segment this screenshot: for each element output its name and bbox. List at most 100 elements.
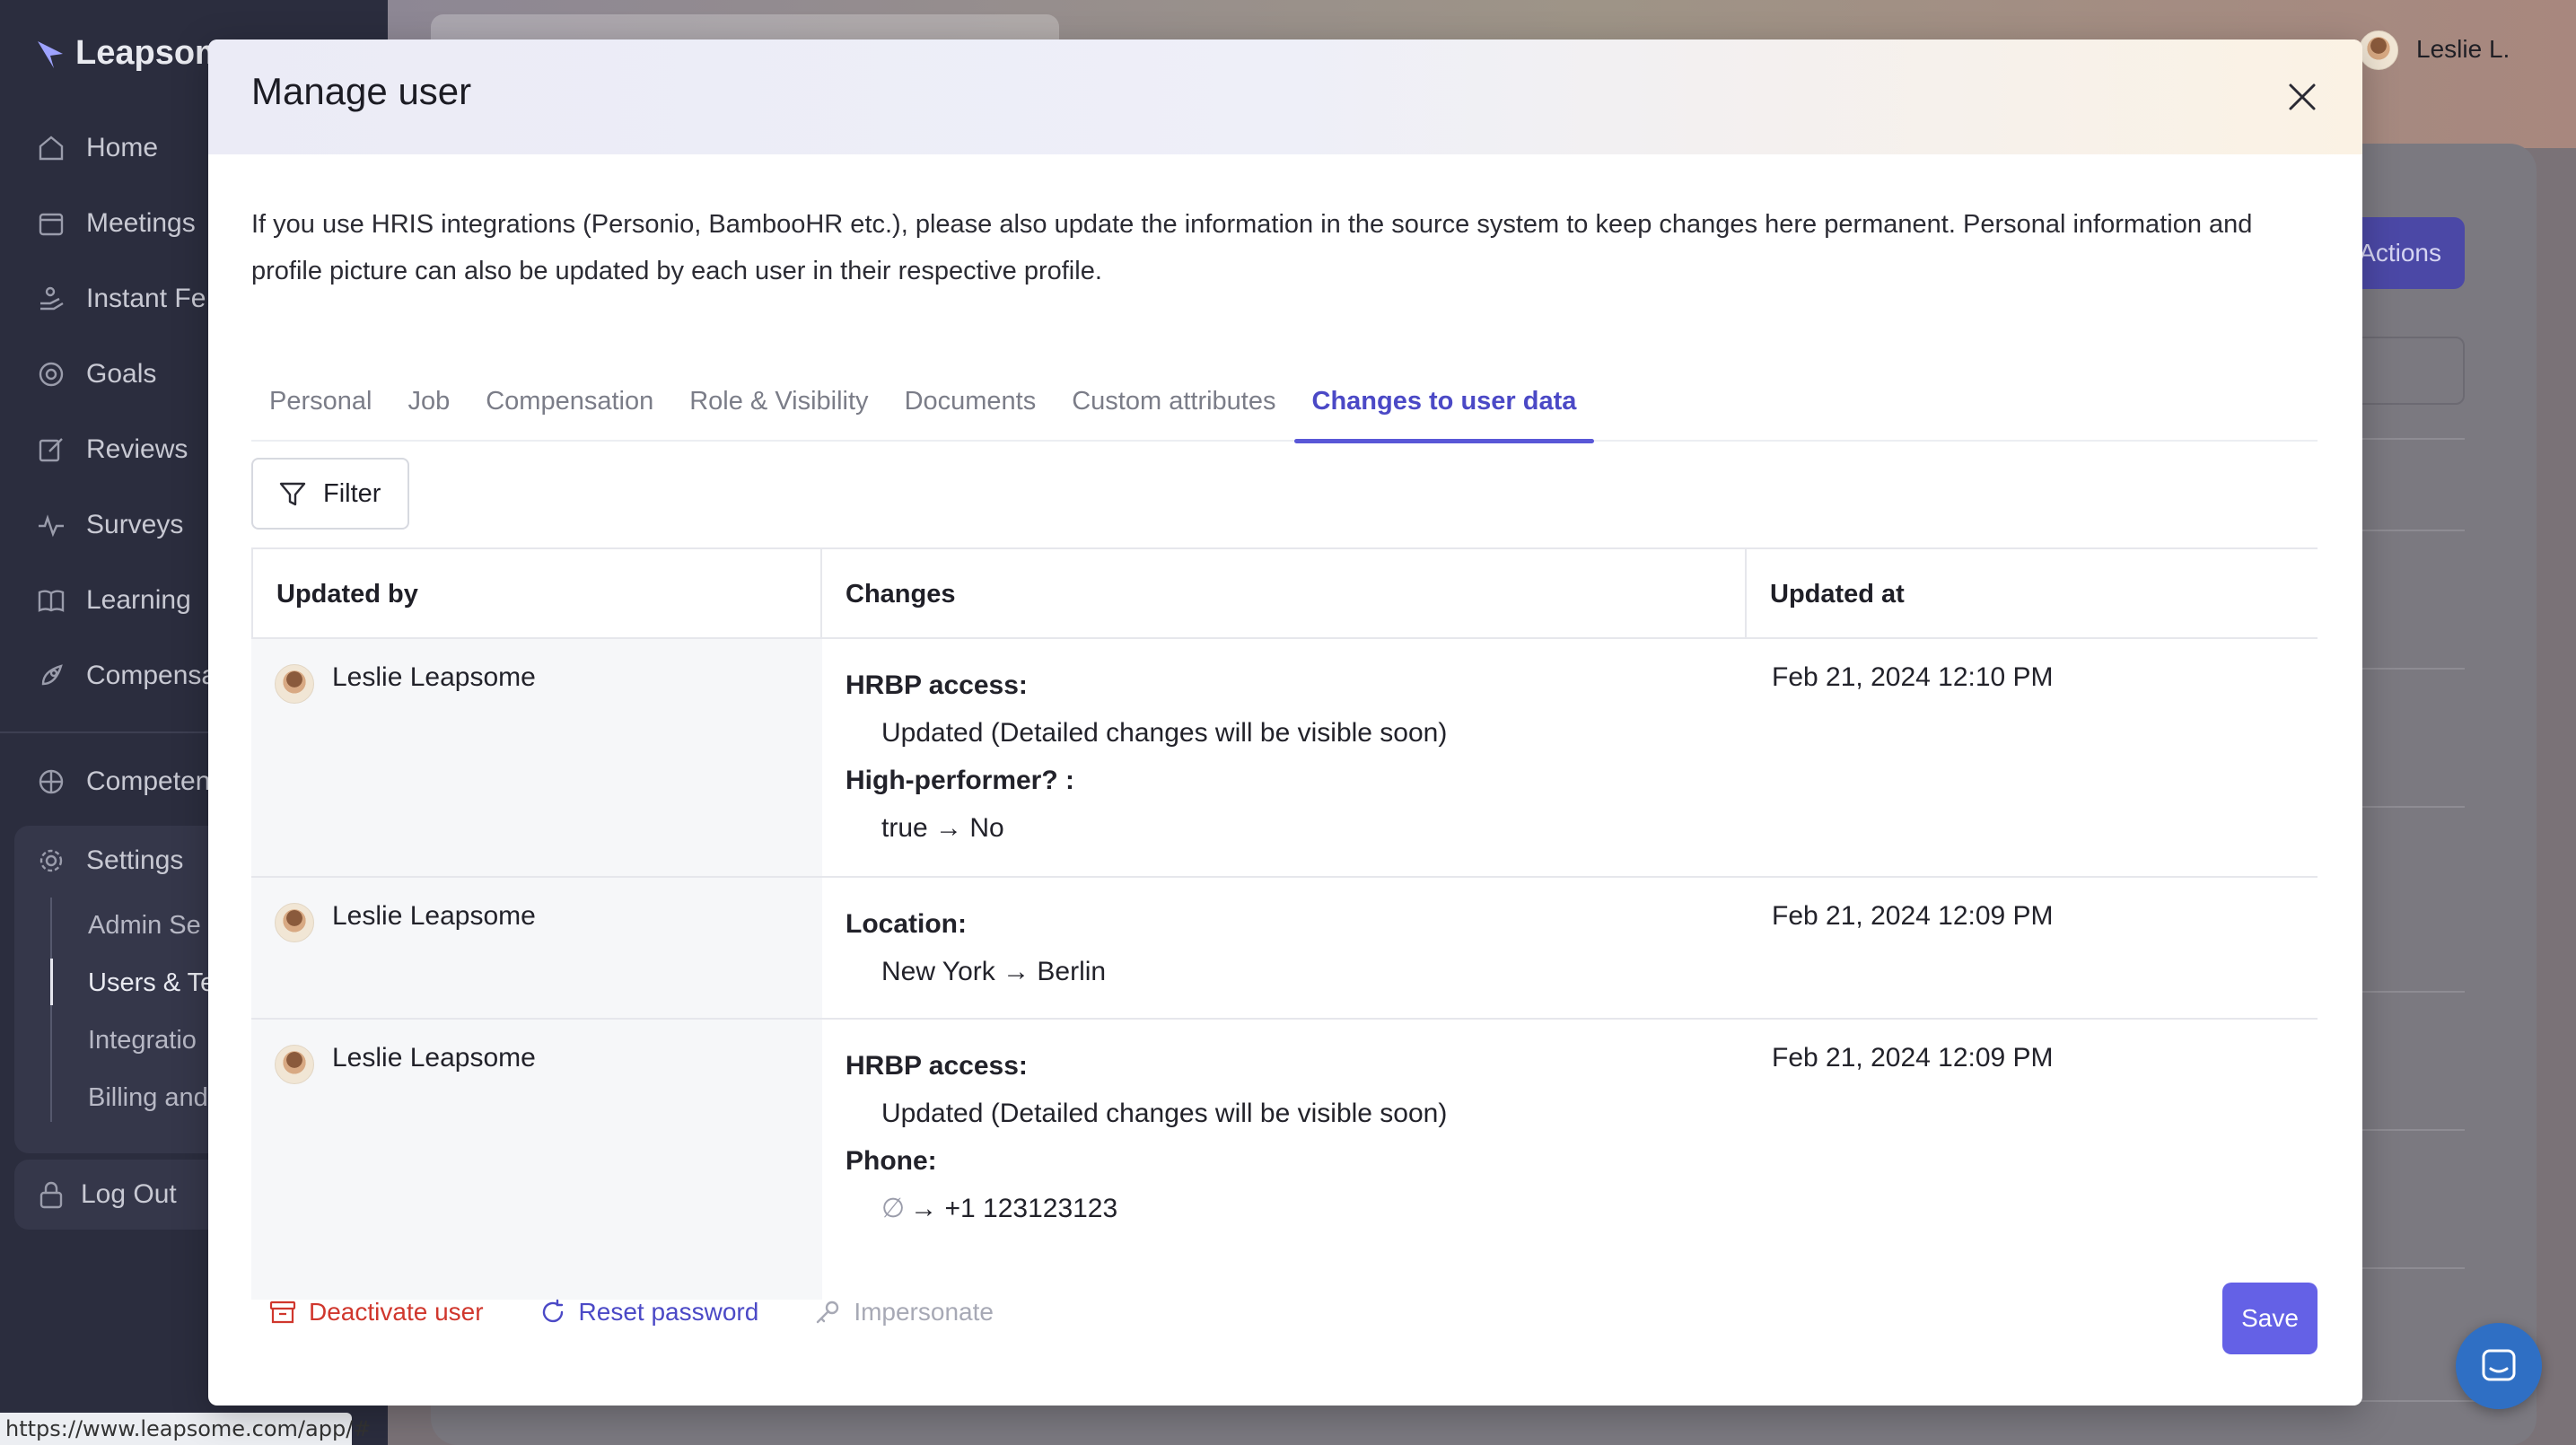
column-header-changes: Changes — [822, 549, 1747, 639]
deactivate-user-button[interactable]: Deactivate user — [269, 1298, 484, 1327]
sidebar-item-label: Competen — [86, 766, 211, 796]
book-icon — [38, 590, 65, 612]
tab-compensation[interactable]: Compensation — [468, 372, 671, 442]
filter-button[interactable]: Filter — [251, 458, 409, 530]
sidebar-item-instant-feedback[interactable]: Instant Fe — [36, 284, 206, 314]
sidebar-item-goals[interactable]: Goals — [36, 359, 156, 390]
tab-custom-attributes[interactable]: Custom attributes — [1054, 372, 1293, 442]
settings-subnav-line — [50, 898, 52, 1122]
updated-by-name: Leslie Leapsome — [332, 1043, 536, 1073]
updated-by-name: Leslie Leapsome — [332, 901, 536, 931]
dialog-footer-actions: Deactivate user Reset password Impersona… — [269, 1298, 994, 1327]
close-button[interactable] — [2277, 72, 2327, 122]
avatar — [275, 664, 314, 704]
user-name: Leslie L. — [2416, 35, 2510, 63]
tab-personal[interactable]: Personal — [251, 372, 390, 442]
sidebar-item-compensation[interactable]: Compensa — [36, 661, 216, 691]
bg-row-divider — [2352, 1267, 2465, 1269]
sidebar-item-label: Reviews — [86, 434, 188, 464]
impersonate-label: Impersonate — [854, 1298, 994, 1326]
avatar — [2359, 31, 2398, 70]
table-row: Leslie Leapsome Location: New York → Ber… — [251, 878, 2318, 1020]
deactivate-user-label: Deactivate user — [309, 1298, 484, 1326]
table-row: Leslie Leapsome HRBP access: Updated (De… — [251, 639, 2318, 878]
filter-label: Filter — [323, 478, 381, 508]
refresh-icon — [542, 1299, 563, 1323]
sidebar-item-reviews[interactable]: Reviews — [36, 434, 188, 465]
sidebar-item-meetings[interactable]: Meetings — [36, 208, 196, 239]
updated-at-cell: Feb 21, 2024 12:10 PM — [1772, 662, 2054, 692]
change-label: Location: — [846, 909, 967, 939]
change-value: Updated (Detailed changes will be visibl… — [881, 718, 1448, 748]
lock-icon — [39, 1181, 63, 1209]
bg-row-divider — [2352, 530, 2465, 531]
updated-at-cell: Feb 21, 2024 12:09 PM — [1772, 901, 2054, 931]
table-header: Updated by Changes Updated at — [251, 547, 2318, 639]
bg-row-divider — [2352, 668, 2465, 670]
changes-cell: HRBP access: Updated (Detailed changes w… — [846, 662, 1743, 853]
logout-label: Log Out — [81, 1179, 177, 1209]
hris-info-text: If you use HRIS integrations (Personio, … — [251, 210, 2253, 285]
bg-row-divider — [2352, 1129, 2465, 1131]
sidebar-item-home[interactable]: Home — [36, 133, 158, 163]
sidebar-subitem-integrations[interactable]: Integratio — [88, 1026, 197, 1055]
reset-password-label: Reset password — [578, 1298, 759, 1326]
sidebar-subitem-users-teams[interactable]: Users & Te — [88, 968, 215, 998]
sidebar-item-learning[interactable]: Learning — [36, 585, 191, 616]
save-button[interactable]: Save — [2222, 1283, 2318, 1354]
change-value: → +1 123123123 — [910, 1194, 1118, 1223]
bg-table-row — [503, 1400, 2504, 1445]
bg-row-divider — [2352, 806, 2465, 808]
changes-cell: HRBP access: Updated (Detailed changes w… — [846, 1043, 1743, 1233]
avatar — [275, 1045, 314, 1084]
calendar-icon — [39, 213, 64, 236]
change-value: true → No — [881, 813, 1004, 843]
pulse-icon — [39, 514, 64, 538]
sidebar-subitem-billing[interactable]: Billing and — [88, 1083, 208, 1113]
home-icon — [39, 136, 64, 161]
column-header-updated-by: Updated by — [251, 549, 822, 639]
tab-documents[interactable]: Documents — [887, 372, 1055, 442]
dialog-title: Manage user — [251, 70, 472, 112]
sidebar-item-surveys[interactable]: Surveys — [36, 510, 183, 540]
impersonate-button[interactable]: Impersonate — [814, 1298, 994, 1327]
close-icon — [2289, 83, 2316, 110]
filter-icon — [279, 482, 306, 506]
updated-by-cell: Leslie Leapsome — [251, 639, 822, 876]
avatar — [275, 903, 314, 942]
hand-icon — [40, 286, 64, 311]
updated-by-name: Leslie Leapsome — [332, 662, 536, 692]
key-icon — [817, 1300, 839, 1324]
sidebar-item-label: Surveys — [86, 510, 184, 539]
manage-user-dialog: Manage user If you use HRIS integrations… — [208, 39, 2362, 1406]
tab-bar: Personal Job Compensation Role & Visibil… — [251, 372, 2318, 443]
updated-by-cell: Leslie Leapsome — [251, 1020, 822, 1300]
leapsome-logo-icon — [38, 40, 63, 68]
chat-support-button[interactable] — [2456, 1323, 2542, 1409]
sidebar-subitem-admin-settings[interactable]: Admin Se — [88, 911, 201, 941]
settings-subnav-active-indicator — [50, 959, 53, 1005]
change-label: Phone: — [846, 1146, 937, 1176]
sidebar-item-label: Instant Fe — [86, 284, 206, 313]
change-label: HRBP access: — [846, 1051, 1028, 1081]
user-menu[interactable]: Leslie L. — [2359, 29, 2510, 70]
sidebar-item-settings[interactable]: Settings — [36, 845, 183, 876]
column-header-updated-at: Updated at — [1770, 580, 1905, 609]
tab-role-visibility[interactable]: Role & Visibility — [671, 372, 886, 442]
changes-cell: Location: New York → Berlin — [846, 901, 1743, 996]
sidebar-item-competencies[interactable]: Competen — [36, 766, 210, 797]
table-row: Leslie Leapsome HRBP access: Updated (De… — [251, 1020, 2318, 1300]
sidebar-item-label: Meetings — [86, 208, 196, 238]
changes-table: Updated by Changes Updated at Leslie Lea… — [251, 547, 2318, 1300]
change-label: High-performer? : — [846, 766, 1074, 795]
competency-icon — [39, 769, 64, 794]
chat-icon — [2482, 1349, 2516, 1381]
dialog-header: Manage user — [208, 39, 2362, 154]
tab-job[interactable]: Job — [390, 372, 468, 442]
change-value: New York → Berlin — [881, 957, 1107, 986]
tab-changes-to-user-data[interactable]: Changes to user data — [1293, 372, 1595, 443]
bg-row-divider — [2352, 991, 2465, 993]
status-url: https://www.leapsome.com/app/# — [0, 1413, 371, 1445]
reset-password-button[interactable]: Reset password — [539, 1298, 759, 1327]
empty-set-icon: ∅ — [881, 1194, 906, 1223]
